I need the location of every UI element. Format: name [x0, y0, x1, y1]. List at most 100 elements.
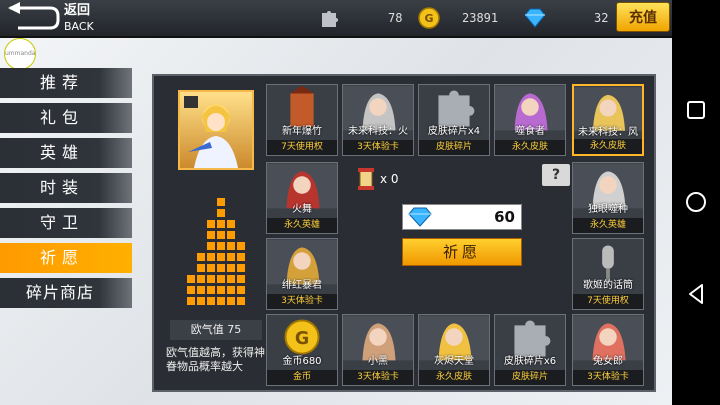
reward-name: 皮肤碎片x6 [503, 356, 557, 367]
reward-name: 独眼噬种 [588, 204, 628, 215]
sidebar: 推荐 礼包 英雄 时装 守卫 祈愿 碎片商店 [0, 68, 132, 313]
luck-meter-block [217, 297, 225, 305]
reward-type: 3天体验卡 [267, 294, 337, 309]
back-nav-icon[interactable] [684, 282, 708, 306]
reward-name: 未来科技：火 [348, 126, 408, 137]
top-bar: 返回 BACK 78 G 23891 32 充值 [0, 0, 672, 38]
luck-meter-block [237, 242, 245, 250]
svg-text:G: G [424, 12, 433, 25]
luck-meter-block [217, 220, 225, 228]
reward-slot[interactable]: 歌姬的话筒 7天使用权 [572, 238, 644, 310]
user-badge[interactable]: ummanda [4, 38, 36, 70]
luck-meter-block [217, 198, 225, 206]
luck-meter-block [207, 297, 215, 305]
luck-meter-block [227, 286, 235, 294]
luck-meter-block [187, 297, 195, 305]
reward-slot[interactable]: G 金币680 金币 [266, 314, 338, 386]
luck-meter-block [197, 297, 205, 305]
luck-meter-block [197, 253, 205, 261]
home-icon[interactable] [684, 190, 708, 214]
luck-meter-block [227, 264, 235, 272]
reward-slot[interactable]: 兔女郎 3天体验卡 [572, 314, 644, 386]
luck-meter-block [237, 264, 245, 272]
luck-meter-block [227, 242, 235, 250]
reward-name: 噬食者 [515, 126, 545, 137]
reward-slot[interactable]: 噬食者 永久皮肤 [494, 84, 566, 156]
luck-meter-block [227, 231, 235, 239]
luck-meter-block [217, 231, 225, 239]
reward-slot[interactable]: 火舞 永久英雄 [266, 162, 338, 234]
reward-type: 7天使用权 [267, 140, 337, 155]
game-screen: 返回 BACK 78 G 23891 32 充值 ummanda 推荐 礼包 英… [0, 0, 672, 405]
reward-name: 未来科技：风 [578, 127, 638, 138]
reward-name: 皮肤碎片x4 [427, 126, 481, 137]
reward-slot[interactable]: 绯红暴君 3天体验卡 [266, 238, 338, 310]
luck-meter-block [187, 286, 195, 294]
luck-meter-block [207, 275, 215, 283]
reward-slot[interactable]: 未来科技：风 永久皮肤 [572, 84, 644, 156]
reward-type: 3天体验卡 [343, 370, 413, 385]
reward-name: 兔女郎 [593, 356, 623, 367]
sidebar-item-recommend[interactable]: 推荐 [0, 68, 132, 98]
recharge-button[interactable]: 充值 [616, 2, 670, 32]
luck-meter-block [237, 275, 245, 283]
luck-meter-block [197, 264, 205, 272]
recent-apps-icon[interactable] [684, 98, 708, 122]
reward-type: 永久皮肤 [495, 140, 565, 155]
reward-name: 灰烬天堂 [434, 356, 474, 367]
reward-slot[interactable]: 新年爆竹 7天使用权 [266, 84, 338, 156]
luck-meter-block [217, 286, 225, 294]
luck-column: 欧气值 75 欧气值越高，获得神眷物品概率越大 [164, 84, 265, 384]
wish-button[interactable]: 祈愿 [402, 238, 522, 266]
luck-meter-block [227, 253, 235, 261]
coin-count: 23891 [462, 11, 499, 25]
sidebar-item-gift[interactable]: 礼包 [0, 103, 132, 133]
reward-slot[interactable]: 小黑 3天体验卡 [342, 314, 414, 386]
back-label-en: BACK [64, 20, 94, 33]
sidebar-item-guard[interactable]: 守卫 [0, 208, 132, 238]
back-button[interactable]: 返回 BACK [0, 0, 100, 36]
luck-meter-block [207, 253, 215, 261]
diamond-icon [408, 207, 432, 227]
luck-meter-block [217, 209, 225, 217]
help-button[interactable]: ? [542, 164, 570, 186]
luck-meter-block [217, 264, 225, 272]
back-arrow-icon [8, 2, 60, 30]
sidebar-item-fashion[interactable]: 时装 [0, 173, 132, 203]
luck-meter-block [187, 275, 195, 283]
reward-type: 金币 [267, 370, 337, 385]
luck-meter-block [207, 242, 215, 250]
luck-description: 欧气值越高，获得神眷物品概率越大 [166, 346, 265, 373]
scroll-icon [358, 168, 374, 190]
reward-name: 绯红暴君 [282, 280, 322, 291]
reward-type: 7天使用权 [573, 294, 643, 309]
system-nav-bar [672, 0, 720, 405]
reward-slot[interactable]: 未来科技：火 3天体验卡 [342, 84, 414, 156]
luck-meter-block [217, 275, 225, 283]
reward-name: 金币680 [282, 356, 322, 367]
luck-meter-block [207, 286, 215, 294]
back-label-cn: 返回 [64, 3, 91, 18]
wish-cost-value: 60 [494, 208, 515, 226]
sidebar-item-hero[interactable]: 英雄 [0, 138, 132, 168]
wish-panel: 欧气值 75 欧气值越高，获得神眷物品概率越大 新年爆竹 7天使用权 未来科技：火 3… [152, 74, 656, 392]
luck-meter-block [217, 253, 225, 261]
reward-name: 火舞 [292, 204, 312, 215]
reward-slot[interactable]: 灰烬天堂 永久皮肤 [418, 314, 490, 386]
luck-meter-block [227, 275, 235, 283]
diamond-icon [524, 8, 546, 28]
luck-meter-block [237, 297, 245, 305]
luck-meter-block [197, 286, 205, 294]
reward-slot[interactable]: 皮肤碎片x4 皮肤碎片 [418, 84, 490, 156]
reward-type: 永久英雄 [267, 218, 337, 233]
sidebar-item-fragment-shop[interactable]: 碎片商店 [0, 278, 132, 308]
featured-reward-card[interactable] [178, 90, 254, 170]
luck-meter-block [227, 220, 235, 228]
hero-portrait-icon [184, 96, 238, 168]
reward-slot[interactable]: 独眼噬种 永久英雄 [572, 162, 644, 234]
luck-meter [187, 198, 245, 305]
reward-type: 3天体验卡 [573, 370, 643, 385]
reward-slot[interactable]: 皮肤碎片x6 皮肤碎片 [494, 314, 566, 386]
reward-name: 小黑 [368, 356, 388, 367]
sidebar-item-wish[interactable]: 祈愿 [0, 243, 132, 273]
